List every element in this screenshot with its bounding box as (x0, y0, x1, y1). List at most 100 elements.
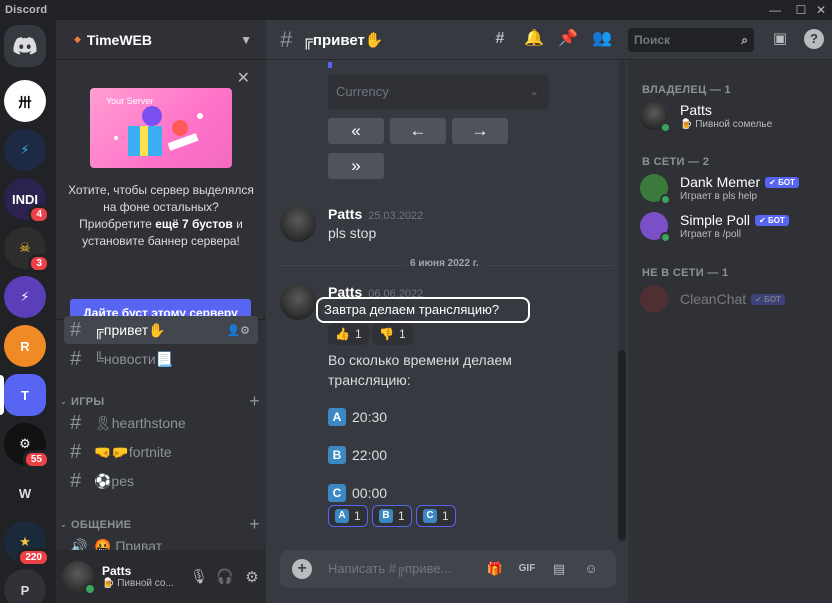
title-bar: Discord — ☐ ✕ (0, 0, 832, 20)
bell-icon[interactable]: 🔔 (524, 28, 544, 50)
online-status-icon (660, 122, 671, 133)
emoji-icon[interactable]: ☺ (580, 558, 602, 580)
bot-badge: ✔ БОТ (751, 293, 785, 305)
server-icon[interactable]: ★ 220 (4, 521, 50, 567)
gift-illustration-icon (114, 106, 203, 156)
discord-logo-icon (13, 37, 37, 55)
headphones-icon[interactable]: 🎧 (212, 568, 238, 585)
chat-scrollbar[interactable] (618, 60, 626, 542)
reaction-thumbs-up[interactable]: 👍 1 (328, 323, 369, 345)
user-panel: Patts 🍺 Пивной со... 🎙 🎧 ⚙ (56, 550, 266, 603)
boost-description: Хотите, чтобы сервер выделялся на фоне о… (68, 183, 254, 248)
gear-icon[interactable]: ⚙ (238, 568, 266, 586)
message-composer[interactable]: + Написать #╔приве... 🎁 GIF ▤ ☺ (280, 550, 616, 588)
message-text: трансляцию: (328, 372, 411, 388)
server-rail: 卅 ⚡ INDI 4 ☠ 3 ⚡ R T ⚙ 55 W ★ 220 P (0, 20, 56, 603)
chevron-down-icon[interactable]: ▼ (240, 33, 252, 47)
message-input[interactable]: Написать #╔приве... (328, 561, 452, 576)
currency-select[interactable]: Currency ⌄ (328, 74, 549, 110)
members-icon[interactable]: 👥 (592, 28, 612, 50)
member-simple-poll[interactable]: Simple Poll ✔ БОТ Играет в /poll (640, 208, 820, 244)
channel-fortnite[interactable]: # 🤜🤛fortnite (64, 438, 258, 466)
guild-name: TimeWEB (86, 31, 153, 48)
member-cleanchat[interactable]: CleanChat ✔ БОТ (640, 281, 820, 317)
selected-indicator (0, 375, 4, 415)
unread-badge: 3 (28, 254, 50, 273)
avatar (640, 212, 671, 243)
avatar[interactable] (62, 560, 96, 595)
avatar (640, 102, 671, 133)
threads-icon[interactable]: # (490, 28, 510, 50)
server-icon[interactable]: INDI 4 (4, 178, 50, 224)
server-icon[interactable]: ⚡ (4, 129, 46, 171)
date-divider: 6 июня 2022 г. (278, 258, 614, 269)
help-icon[interactable]: ? (804, 29, 824, 49)
poll-option: C 00:00 (328, 484, 387, 502)
message-author[interactable]: Patts 25.03.2022 (328, 206, 423, 222)
boost-promo: ✕ Your Server Хотите, чтобы сервер выдел… (56, 60, 266, 327)
letter-b-icon: B (328, 446, 346, 464)
avatar[interactable] (280, 284, 316, 320)
sticker-icon[interactable]: ▤ (548, 558, 570, 580)
letter-c-icon: C (328, 484, 346, 502)
server-icon[interactable]: P (4, 569, 46, 603)
microphone-icon[interactable]: 🎙 (186, 568, 212, 585)
channel-hearthstone[interactable]: # 🎗hearthstone (64, 409, 258, 437)
server-icon[interactable]: ☠ 3 (4, 227, 50, 273)
unread-badge: 220 (17, 548, 50, 567)
member-list: ВЛАДЕЛЕЦ — 1 Patts 🍺 Пивной сомелье В СЕТ… (628, 20, 832, 603)
hash-icon: # (70, 440, 82, 463)
channel-novosti[interactable]: # ╚новости📃 (64, 345, 258, 373)
bot-badge: ✔ БОТ (765, 176, 799, 188)
channel-title: ╔привет✋ (302, 31, 384, 49)
close-icon[interactable]: ✕ (237, 68, 250, 88)
message-text: Во сколько времени делаем (328, 352, 512, 368)
hash-icon: # (70, 469, 82, 492)
minimize-button[interactable]: — (762, 2, 788, 18)
search-input[interactable]: Поиск ⌕ (628, 28, 754, 52)
channel-sidebar: ◆ TimeWEB ▼ ✕ Your Server Хотите, чтобы … (56, 20, 266, 603)
reaction-thumbs-down[interactable]: 👎 1 (372, 323, 413, 345)
add-attachment-icon[interactable]: + (292, 559, 312, 579)
hash-icon: # (70, 411, 82, 434)
channel-pes[interactable]: # ⚽pes (64, 467, 258, 495)
avatar[interactable] (280, 206, 316, 242)
close-window-button[interactable]: ✕ (808, 2, 832, 18)
poll-reaction-a[interactable]: A1 (328, 505, 368, 527)
poll-option: A 20:30 (328, 408, 387, 426)
guild-header[interactable]: ◆ TimeWEB ▼ (56, 20, 266, 60)
boost-illustration: Your Server (90, 88, 232, 168)
pin-icon[interactable]: 📌 (558, 28, 578, 50)
user-name: Patts (102, 564, 132, 578)
poll-reaction-b[interactable]: B1 (372, 505, 412, 527)
member-dank-memer[interactable]: Dank Memer ✔ БОТ Играет в pls help (640, 170, 820, 206)
invite-icon[interactable]: 👤⚙ (226, 324, 250, 337)
app-title: Discord (5, 4, 48, 16)
letter-a-icon: A (328, 408, 346, 426)
gift-icon[interactable]: 🎁 (484, 558, 506, 580)
prev-page-button[interactable]: ← (390, 118, 446, 144)
scrollbar-thumb[interactable] (618, 350, 626, 540)
next-page-button[interactable]: → (452, 118, 508, 144)
server-icon[interactable]: T (4, 374, 46, 416)
chevron-down-icon: ⌄ (60, 520, 68, 529)
member-patts[interactable]: Patts 🍺 Пивной сомелье (640, 98, 820, 134)
gif-icon[interactable]: GIF (516, 558, 538, 580)
server-icon[interactable]: ⚡ (4, 276, 46, 318)
first-page-button[interactable]: « (328, 118, 384, 144)
inbox-icon[interactable]: ▣ (770, 29, 790, 47)
server-icon[interactable]: 卅 (4, 80, 46, 122)
offline-header: НЕ В СЕТИ — 1 (642, 267, 729, 279)
bot-badge: ✔ БОТ (755, 214, 789, 226)
channel-privet[interactable]: # ╔привет✋ 👤⚙ (64, 316, 258, 344)
message-timestamp: 25.03.2022 (368, 210, 424, 222)
server-icon[interactable]: ⚙ 55 (4, 423, 50, 469)
home-button[interactable] (4, 25, 46, 67)
chevron-down-icon: ⌄ (529, 86, 539, 98)
server-icon[interactable]: W (4, 472, 46, 514)
hash-icon: # (280, 26, 293, 52)
last-page-button[interactable]: » (328, 153, 384, 179)
avatar (640, 285, 668, 313)
server-icon[interactable]: R (4, 325, 46, 367)
poll-reaction-c[interactable]: C1 (416, 505, 456, 527)
